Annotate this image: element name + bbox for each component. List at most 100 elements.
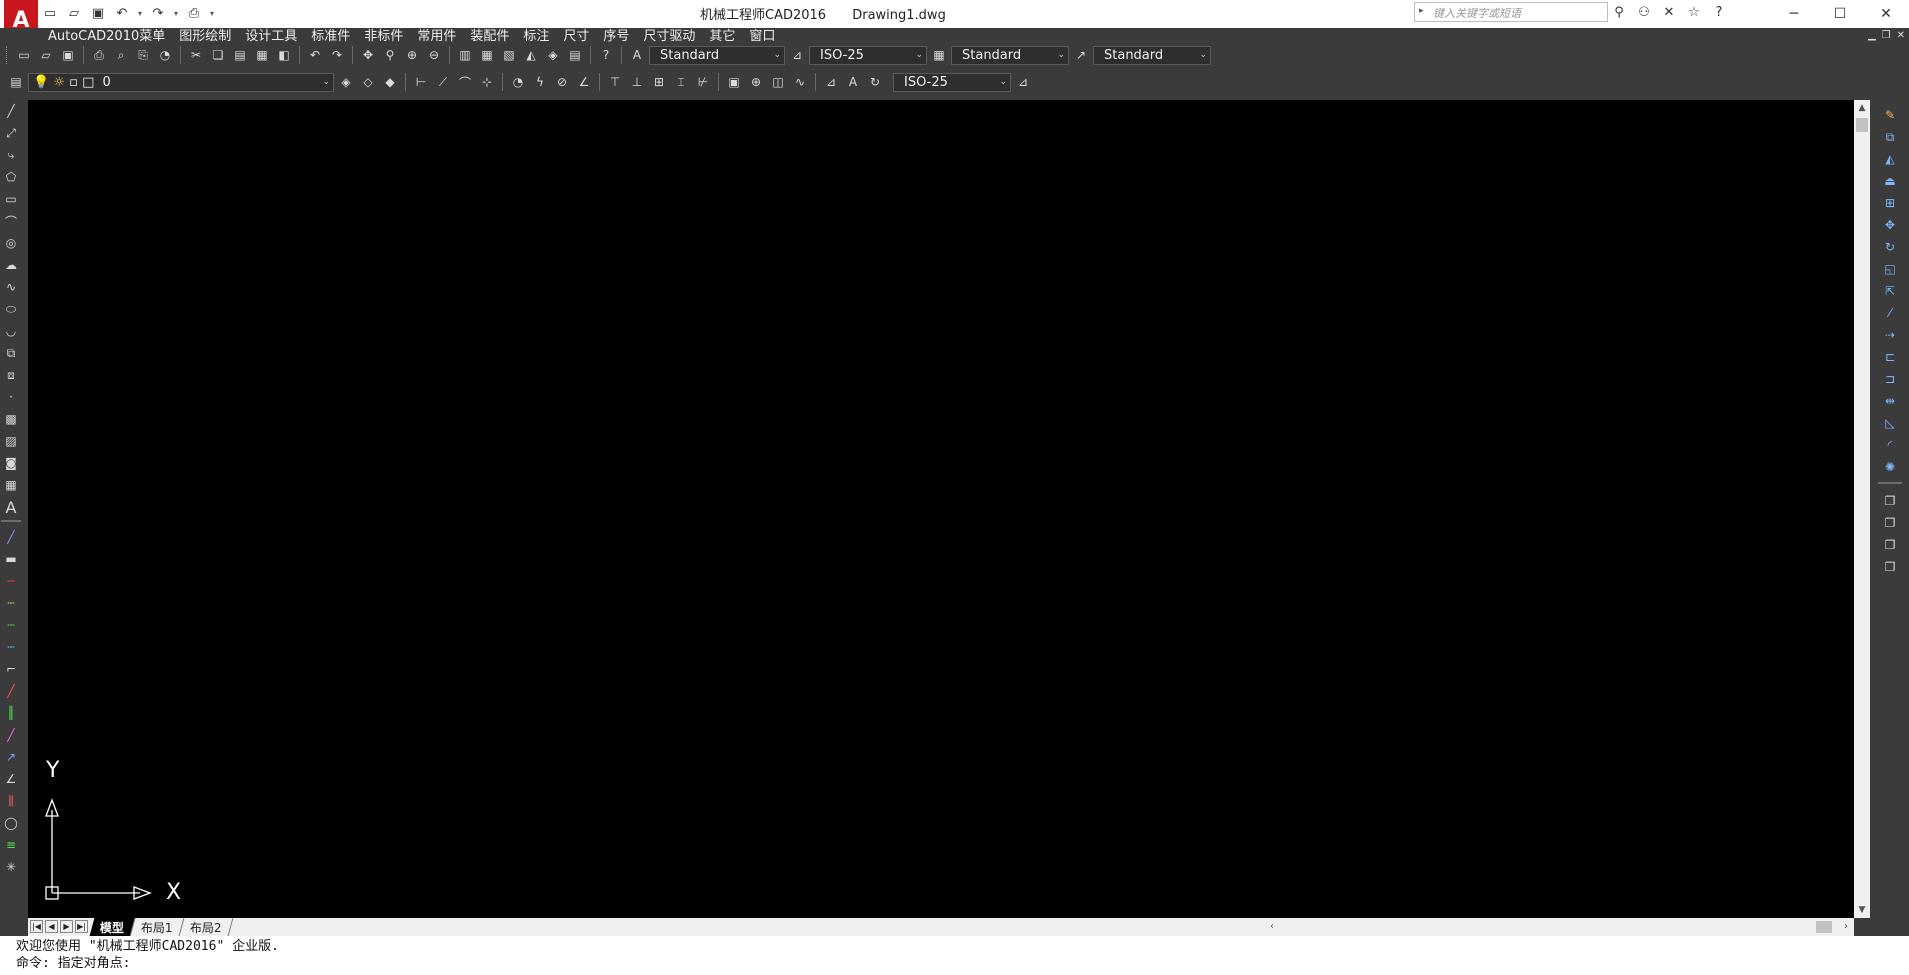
layer-previous-icon[interactable]: ◇ [358,72,378,92]
baseline-dim-icon[interactable]: ⊥ [627,72,647,92]
search-expand-icon[interactable]: ▸ [1419,6,1424,16]
dim-style-select-2[interactable]: ISO-25 ⌄ [893,72,1011,92]
multiline-text-icon[interactable]: A [0,496,22,518]
break-icon[interactable]: ⊐ [1876,368,1904,390]
table-style-select[interactable]: Standard ⌄ [951,45,1069,65]
scroll-left-icon[interactable]: ‹ [1264,919,1280,935]
undo-icon[interactable]: ↶ [112,4,132,22]
center-mark-icon[interactable]: ⊕ [746,72,766,92]
scale-icon[interactable]: ◱ [1876,258,1904,280]
vertical-scrollbar[interactable]: ▲ ▼ [1854,100,1870,918]
sheet-set-icon[interactable]: ◭ [521,45,541,65]
insert-block-icon[interactable]: ⧉ [0,342,22,364]
mirror-icon[interactable]: ◭ [1876,148,1904,170]
tool-palettes-icon[interactable]: ▧ [499,45,519,65]
make-block-icon[interactable]: ⧈ [0,364,22,386]
diameter-dim-icon[interactable]: ⊘ [552,72,572,92]
circle-icon[interactable]: ◎ [0,232,22,254]
redo-dropdown-icon[interactable]: ▾ [172,4,180,22]
pan-icon[interactable]: ✥ [358,45,378,65]
table-style-icon[interactable]: ▦ [929,45,949,65]
user-icon[interactable]: ⚇ [1633,2,1655,22]
centerline-icon[interactable]: ╱ [0,724,22,746]
continue-dim-icon[interactable]: ⊞ [649,72,669,92]
save-icon[interactable]: ▣ [88,4,108,22]
layer-manager-icon[interactable]: ▤ [6,72,26,92]
linear-dim-icon[interactable]: ⊢ [411,72,431,92]
join-icon[interactable]: ⇹ [1876,390,1904,412]
rotate-icon[interactable]: ↻ [1876,236,1904,258]
thick-line-icon[interactable]: ▬ [0,548,22,570]
send-to-back-icon[interactable]: ❐ [1876,512,1904,534]
cut-icon[interactable]: ✂ [186,45,206,65]
radius-dim-icon[interactable]: ◔ [508,72,528,92]
fillet-icon[interactable]: ◜ [1876,434,1904,456]
striped-line-icon[interactable]: ≡ [0,834,22,856]
ellipse-icon[interactable]: ⬭ [0,298,22,320]
doc-minimize-icon[interactable]: ▁ [1868,30,1876,41]
hatch-lines-icon[interactable]: ⫼ [0,790,22,812]
print-preview-icon[interactable]: ⌕ [111,45,131,65]
hatch-icon[interactable]: ▩ [0,408,22,430]
toolbar-grip[interactable] [6,46,9,64]
dim-edit-icon[interactable]: ⊿ [821,72,841,92]
scroll-thumb[interactable] [1856,118,1868,132]
tolerance-icon[interactable]: ▣ [724,72,744,92]
publish-icon[interactable]: ⎘ [133,45,153,65]
exchange-icon[interactable]: ✕ [1658,2,1680,22]
horizontal-scrollbar[interactable]: ‹ › [1240,919,1854,935]
multileader-style-select[interactable]: Standard ⌄ [1093,45,1211,65]
match-properties-icon[interactable]: ▦ [252,45,272,65]
bring-above-icon[interactable]: ❐ [1876,534,1904,556]
block-editor-icon[interactable]: ◧ [274,45,294,65]
redo-icon[interactable]: ↷ [327,45,347,65]
undo-icon[interactable]: ↶ [305,45,325,65]
text-style-icon[interactable]: A [627,45,647,65]
scroll-right-icon[interactable]: › [1838,919,1854,935]
paste-icon[interactable]: ▤ [230,45,250,65]
dim-style-select[interactable]: ISO-25 ⌄ [809,45,927,65]
command-window[interactable]: 欢迎您使用 "机械工程师CAD2016" 企业版. 命令: 指定对角点: [0,936,1909,975]
jogged-linear-icon[interactable]: ∿ [790,72,810,92]
first-tab-icon[interactable]: |◀ [30,920,43,933]
star-icon[interactable]: ☆ [1683,2,1705,22]
redo-icon[interactable]: ↷ [148,4,168,22]
design-center-icon[interactable]: ▦ [477,45,497,65]
line-icon[interactable]: ╱ [0,100,22,122]
dimension-style-icon[interactable]: ⊿ [1013,72,1033,92]
tab-layout1[interactable]: 布局1 [130,918,185,936]
search-input[interactable]: ▸ 键入关键字或短语 [1414,2,1608,22]
extend-icon[interactable]: ⇢ [1876,324,1904,346]
copy-object-icon[interactable]: ⧉ [1876,126,1904,148]
calculator-icon[interactable]: ▤ [565,45,585,65]
chamfer-icon[interactable]: ◺ [1876,412,1904,434]
point-icon[interactable]: · [0,386,22,408]
help-icon[interactable]: ? [1708,2,1730,22]
layer-states-icon[interactable]: ◆ [380,72,400,92]
region-icon[interactable]: ◙ [0,452,22,474]
dim-text-edit-icon[interactable]: A [843,72,863,92]
dim-update-icon[interactable]: ↻ [865,72,885,92]
scroll-down-icon[interactable]: ▼ [1854,902,1870,918]
break-line-icon[interactable]: ⌐ [0,658,22,680]
asterisk-icon[interactable]: ✳ [0,856,22,878]
array-icon[interactable]: ⊞ [1876,192,1904,214]
markup-icon[interactable]: ◈ [543,45,563,65]
revision-cloud-icon[interactable]: ☁ [0,254,22,276]
quick-dim-icon[interactable]: ⊤ [605,72,625,92]
rectangle-icon[interactable]: ▭ [0,188,22,210]
maximize-icon[interactable]: ☐ [1817,0,1863,28]
aligned-dim-icon[interactable]: ⟋ [433,72,453,92]
last-tab-icon[interactable]: ▶| [75,920,88,933]
construction-line-icon[interactable]: ⤢ [0,122,22,144]
arc-icon[interactable]: ⌒ [0,210,22,232]
angle-icon[interactable]: ∠ [0,768,22,790]
minimize-icon[interactable]: ─ [1771,0,1817,28]
next-tab-icon[interactable]: ▶ [60,920,73,933]
gradient-icon[interactable]: ▨ [0,430,22,452]
multileader-style-icon[interactable]: ↗ [1071,45,1091,65]
close-icon[interactable]: ✕ [1863,0,1909,28]
polygon-icon[interactable]: ⬠ [0,166,22,188]
zoom-realtime-icon[interactable]: ⚲ [380,45,400,65]
trim-icon[interactable]: ⁄ [1876,302,1904,324]
